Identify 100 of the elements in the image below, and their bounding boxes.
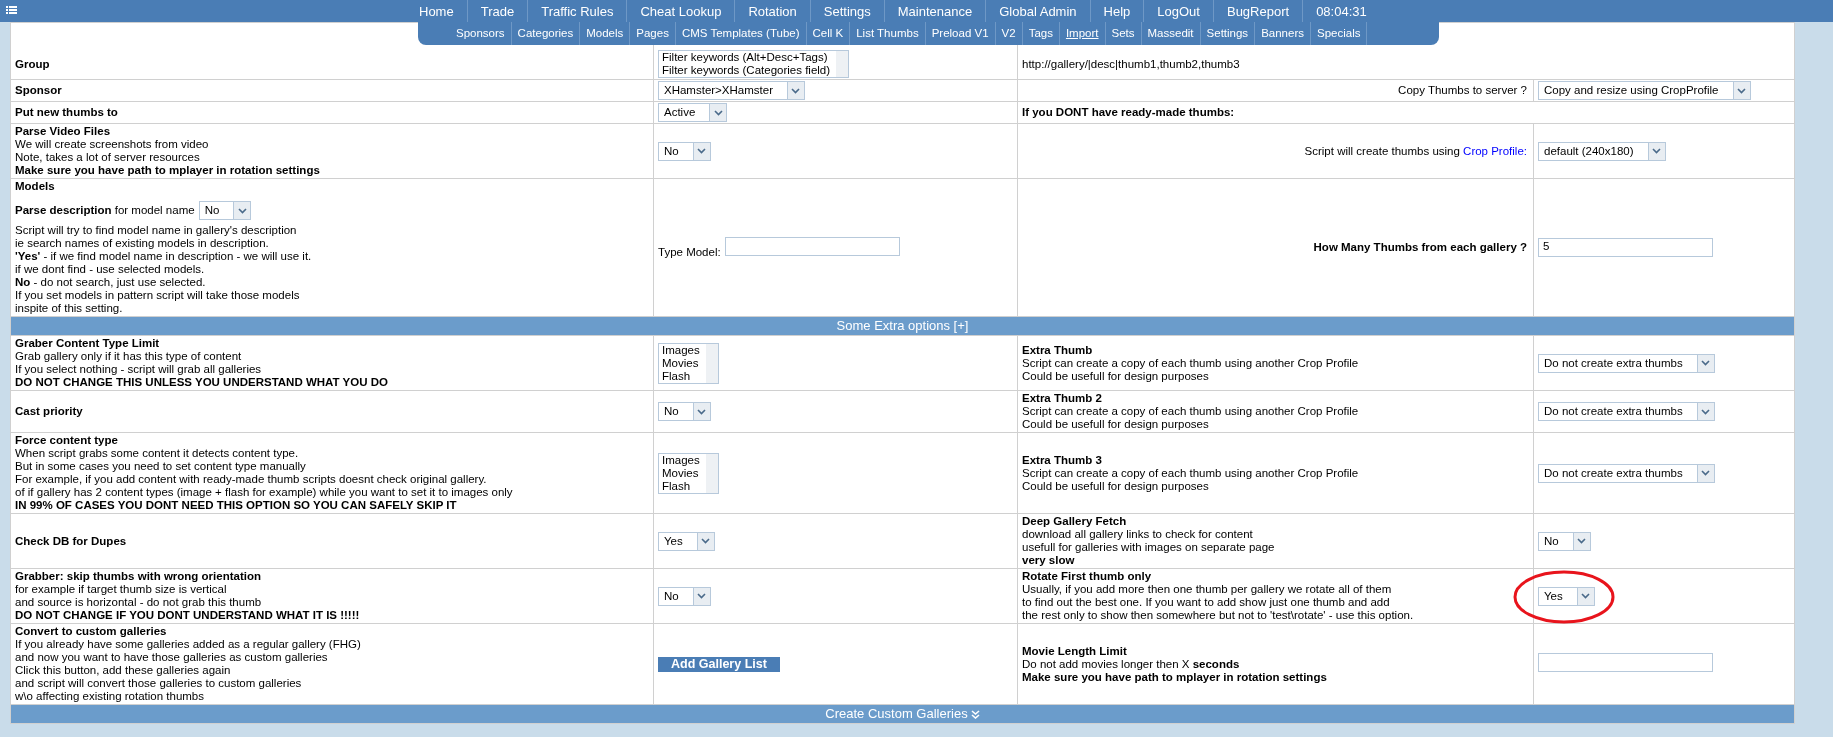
field-label: Copy Thumbs to server ? bbox=[1398, 84, 1527, 96]
input-field[interactable]: 5 bbox=[1538, 238, 1713, 257]
setting-description: But in some cases you need to set content type manually bbox=[15, 460, 307, 473]
caret-icon bbox=[713, 109, 723, 116]
setting-description: Could be usefull for design purposes bbox=[1022, 369, 1210, 383]
setting-title: Parse Video Files bbox=[15, 125, 112, 138]
setting-description: usefull for galleries with images on separate page bbox=[1022, 541, 1276, 554]
setting-description: and source is horizontal - do not grab this thumb bbox=[15, 596, 263, 609]
dropdown[interactable]: Yes bbox=[1538, 586, 1595, 606]
option-label: Parse description for model name bbox=[15, 204, 195, 217]
dropdown[interactable]: No bbox=[198, 201, 252, 220]
setting-title: Extra Thumb 2 bbox=[1022, 392, 1103, 405]
setting-description: When script grabs some content it detects content type. bbox=[15, 447, 300, 460]
caret-icon bbox=[1701, 360, 1711, 366]
crop-profile-link[interactable]: Crop Profile: bbox=[1463, 144, 1527, 157]
setting-description: w\o affecting existing rotation thumbs bbox=[15, 690, 205, 703]
dropdown[interactable]: Do not create extra thumbs bbox=[1538, 353, 1715, 373]
setting-description: Make sure you have path to mplayer in rotation settings bbox=[1022, 670, 1328, 684]
field-label: Script will create thumbs using Crop Profile: bbox=[1304, 144, 1527, 157]
setting-title: Cast priority bbox=[15, 405, 84, 418]
list-option[interactable]: Filter keywords (Alt+Desc+Tags) bbox=[659, 51, 837, 64]
caret-icon bbox=[697, 408, 707, 415]
caret-icon bbox=[1581, 593, 1591, 599]
caret-icon bbox=[1701, 408, 1711, 415]
list-option[interactable]: Images bbox=[659, 343, 706, 357]
setting-description: inspite of this setting. bbox=[15, 302, 124, 315]
caret-icon bbox=[697, 593, 707, 599]
setting-title: Force content type bbox=[15, 434, 119, 447]
dropdown[interactable]: No bbox=[1538, 531, 1591, 551]
setting-description: Do not add movies longer then X seconds bbox=[1022, 657, 1241, 671]
setting-title: Put new thumbs to bbox=[15, 106, 119, 119]
dropdown[interactable]: Do not create extra thumbs bbox=[1538, 402, 1715, 421]
dropdown[interactable]: Yes bbox=[658, 531, 715, 551]
setting-title: Check DB for Dupes bbox=[15, 534, 128, 548]
listbox[interactable]: Images Movies Flash bbox=[658, 342, 719, 384]
setting-title: Extra Thumb bbox=[1022, 343, 1094, 357]
setting-title: Grabber: skip thumbs with wrong orientation bbox=[15, 570, 262, 583]
dropdown[interactable]: default (240x180) bbox=[1538, 141, 1666, 161]
dropdown[interactable]: No bbox=[658, 402, 711, 421]
setting-description: if we dont find - use selected models. bbox=[15, 263, 206, 276]
list-option[interactable]: Flash bbox=[659, 369, 706, 383]
list-option[interactable]: Filter keywords (Categories field) bbox=[659, 64, 837, 77]
caret-icon bbox=[237, 207, 247, 214]
setting-description: IN 99% OF CASES YOU DONT NEED THIS OPTION SO YOU CAN SAFELY SKIP IT bbox=[15, 499, 458, 512]
listbox[interactable]: Filter keywords (Alt+Desc+Tags) Filter keywords (Categories field) bbox=[658, 50, 850, 78]
setting-title: Rotate First thumb only bbox=[1022, 570, 1153, 583]
section-note: If you DONT have ready-made thumbs: bbox=[1022, 106, 1235, 118]
dropdown[interactable]: XHamster>XHamster bbox=[658, 81, 805, 100]
setting-title: Movie Length Limit bbox=[1022, 644, 1128, 658]
setting-description: Script will try to find model name in gallery's description bbox=[15, 224, 298, 237]
dropdown[interactable]: No bbox=[658, 141, 711, 161]
setting-description: For example, if you add content with ready-made thumb scripts doesnt check original gallery. bbox=[15, 473, 488, 486]
dropdown[interactable]: Active bbox=[658, 103, 728, 122]
list-option[interactable]: Images bbox=[659, 453, 706, 467]
setting-title: Group bbox=[15, 58, 51, 71]
setting-description: Could be usefull for design purposes bbox=[1022, 479, 1210, 493]
setting-description: of if gallery has 2 content types (image + flash for example) while you want to set it to images only bbox=[15, 486, 514, 499]
dropdown[interactable]: Copy and resize using CropProfile bbox=[1538, 81, 1751, 100]
input-field[interactable] bbox=[1538, 653, 1713, 672]
setting-description: Note, takes a lot of server resources bbox=[15, 151, 201, 164]
dropdown[interactable]: No bbox=[658, 586, 711, 606]
caret-icon bbox=[1701, 470, 1711, 476]
setting-description: No - do not search, just use selected. bbox=[15, 276, 207, 289]
setting-description: Script can create a copy of each thumb using another Crop Profile bbox=[1022, 466, 1360, 480]
setting-description: Script can create a copy of each thumb using another Crop Profile bbox=[1022, 405, 1360, 418]
input-field[interactable] bbox=[724, 236, 900, 256]
setting-description: If you already have some galleries added as a regular gallery (FHG) bbox=[15, 638, 362, 651]
menu-icon[interactable] bbox=[6, 6, 17, 14]
setting-title: Extra Thumb 3 bbox=[1022, 453, 1103, 467]
setting-description: 'Yes' - if we find model name in description - we will use it. bbox=[15, 250, 313, 263]
list-option[interactable]: Movies bbox=[659, 356, 706, 370]
caret-icon bbox=[1577, 538, 1587, 544]
scrollbar bbox=[836, 51, 849, 77]
scrollbar bbox=[705, 453, 718, 493]
caret-icon bbox=[1737, 87, 1746, 94]
list-option[interactable]: Movies bbox=[659, 466, 706, 480]
setting-description: Script can create a copy of each thumb using another Crop Profile bbox=[1022, 356, 1360, 370]
section-header[interactable]: Some Extra options [+] bbox=[836, 318, 969, 334]
dropdown[interactable]: Do not create extra thumbs bbox=[1538, 463, 1715, 483]
caret-icon bbox=[701, 538, 711, 544]
setting-description: the rest only to show then somewhere but not to 'test\rotate' - use this option. bbox=[1022, 609, 1415, 622]
setting-title: Sponsor bbox=[15, 84, 63, 97]
setting-description: If you set models in pattern script will take those models bbox=[15, 289, 301, 302]
setting-description: We will create screenshots from video bbox=[15, 138, 210, 151]
caret-icon bbox=[1652, 148, 1661, 154]
setting-description: and script will convert those galleries to custom galleries bbox=[15, 677, 303, 690]
setting-description: Click this button, add these galleries again bbox=[15, 664, 232, 677]
setting-description: DO NOT CHANGE THIS UNLESS YOU UNDERSTAND WHAT YOU DO bbox=[15, 376, 389, 389]
add-gallery-button[interactable]: Add Gallery List bbox=[658, 656, 780, 672]
setting-description: ie search names of existing models in description. bbox=[15, 237, 270, 250]
setting-description: If you select nothing - script will grab all galleries bbox=[15, 363, 263, 376]
listbox[interactable]: Images Movies Flash bbox=[658, 452, 719, 494]
setting-description: Grab gallery only if it has this type of content bbox=[15, 350, 243, 363]
section-header[interactable]: Create Custom Galleries bbox=[825, 706, 980, 722]
setting-description: and now you want to have those galleries as custom galleries bbox=[15, 651, 329, 664]
scrollbar bbox=[705, 343, 718, 383]
caret-icon bbox=[697, 148, 707, 154]
list-option[interactable]: Flash bbox=[659, 479, 706, 493]
setting-description: Could be usefull for design purposes bbox=[1022, 418, 1210, 431]
setting-description: for example if target thumb size is vertical bbox=[15, 583, 228, 596]
